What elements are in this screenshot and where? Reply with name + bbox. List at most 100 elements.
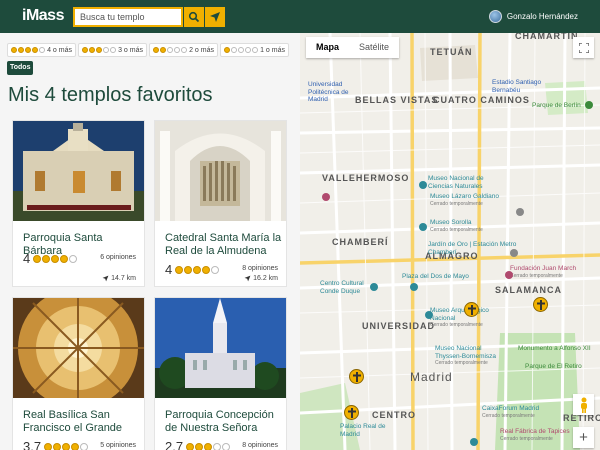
temple-marker[interactable] xyxy=(464,302,479,317)
map-pin[interactable] xyxy=(322,193,330,201)
temple-marker[interactable] xyxy=(349,369,364,384)
rating-value: 4 xyxy=(23,251,31,266)
map-poi[interactable]: Universidad Politécnica de Madrid xyxy=(308,81,356,104)
temple-name[interactable]: Real Basílica San Francisco el Grande xyxy=(23,409,141,435)
opinions-count: 8 opiniones xyxy=(242,442,278,449)
map-label-district: BELLAS VISTAS xyxy=(355,95,439,105)
map-pin[interactable] xyxy=(516,208,524,216)
user-name: Gonzalo Hernández xyxy=(506,12,578,21)
rating-stars xyxy=(186,442,231,450)
filter-4-or-more[interactable]: 4 o más xyxy=(7,43,76,57)
map-label-district: UNIVERSIDAD xyxy=(362,321,436,331)
tab-satellite[interactable]: Satélite xyxy=(349,37,399,58)
map-poi[interactable]: Museo Sorolla Cerrado temporalmente xyxy=(430,219,483,234)
rating-filters: 4 o más 3 o más 2 o más 1 o más xyxy=(7,43,289,57)
map[interactable]: TETUÁN CHAMARTÍN BELLAS VISTAS CUATRO CA… xyxy=(300,33,600,450)
map-poi[interactable]: Museo Lázaro Galdiano Cerrado temporalmen… xyxy=(430,193,499,208)
map-poi[interactable]: Centro Cultural Conde Duque xyxy=(320,280,375,295)
map-pin[interactable] xyxy=(419,181,427,189)
map-poi[interactable]: Museo Nacional Thyssen-Bornemisza Cerrado… xyxy=(435,345,507,368)
temple-photo xyxy=(13,298,144,398)
map-type-switch: Mapa Satélite xyxy=(306,37,400,58)
map-pin[interactable] xyxy=(410,283,418,291)
fullscreen-button[interactable] xyxy=(573,37,594,58)
filter-label: 2 o más xyxy=(189,46,214,54)
filter-label: 1 o más xyxy=(260,46,285,54)
temple-name[interactable]: Catedral Santa María la Real de la Almud… xyxy=(165,232,283,258)
filter-2-or-more[interactable]: 2 o más xyxy=(149,43,218,57)
opinions-count: 6 opiniones xyxy=(100,254,136,261)
map-label-district: CENTRO xyxy=(372,410,416,420)
map-pin[interactable] xyxy=(470,438,478,446)
filter-all-button[interactable]: Todos xyxy=(7,61,34,75)
rating: 4 xyxy=(23,251,78,266)
map-poi[interactable]: Monumento a Alfonso XII xyxy=(518,345,591,353)
temple-photo xyxy=(155,298,286,398)
filter-label: 4 o más xyxy=(47,46,72,54)
rating-value: 3.7 xyxy=(23,439,42,450)
plus-icon: + xyxy=(579,429,588,446)
opinions-count: 5 opiniones xyxy=(100,442,136,449)
search-button[interactable] xyxy=(184,7,204,27)
map-poi[interactable]: Palacio Real de Madrid xyxy=(340,423,400,438)
map-label-district: CHAMBERÍ xyxy=(332,237,389,247)
temple-card[interactable]: Parroquia Santa Bárbara 4 6 opiniones 14… xyxy=(12,120,145,287)
map-pin[interactable] xyxy=(510,249,518,257)
filter-label: 3 o más xyxy=(118,46,143,54)
map-label-district: CHAMARTÍN xyxy=(515,33,579,41)
rating-stars xyxy=(175,265,220,274)
map-poi[interactable]: Real Fábrica de Tapices Cerrado temporalm… xyxy=(500,428,570,443)
rating: 4 xyxy=(165,262,220,277)
rating-dots xyxy=(82,47,116,53)
cross-icon xyxy=(467,304,476,315)
map-poi[interactable]: Parque de Berlín xyxy=(532,102,581,110)
search-icon xyxy=(188,11,200,23)
favorites-pane: 4 o más 3 o más 2 o más 1 o más Todos Mi… xyxy=(0,33,300,450)
temple-card[interactable]: Catedral Santa María la Real de la Almud… xyxy=(154,120,287,287)
rating: 3.7 xyxy=(23,439,89,450)
avatar xyxy=(488,10,502,23)
user-menu[interactable]: Gonzalo Hernández xyxy=(488,10,578,23)
rating-stars xyxy=(44,442,89,450)
distance-value: 14.7 km xyxy=(111,275,136,282)
map-poi[interactable]: Museo Nacional de Ciencias Naturales xyxy=(428,175,508,190)
map-label-district: SALAMANCA xyxy=(495,285,562,295)
cross-icon xyxy=(352,371,361,382)
rating-value: 2.7 xyxy=(165,439,184,450)
temple-name[interactable]: Parroquia Concepción de Nuestra Señora xyxy=(165,409,283,435)
temple-card[interactable]: Real Basílica San Francisco el Grande 3.… xyxy=(12,297,145,450)
map-poi[interactable]: Plaza del Dos de Mayo xyxy=(402,273,469,281)
filter-3-or-more[interactable]: 3 o más xyxy=(78,43,147,57)
rating-dots xyxy=(153,47,187,53)
map-poi[interactable]: Parque de El Retiro xyxy=(525,363,582,371)
map-pin[interactable] xyxy=(419,223,427,231)
map-pin[interactable] xyxy=(370,283,378,291)
top-bar: iMass Gonzalo Hernández xyxy=(0,0,600,33)
temple-marker[interactable] xyxy=(344,405,359,420)
map-pin[interactable] xyxy=(585,101,593,109)
rating-value: 4 xyxy=(165,262,173,277)
navigation-arrow-icon xyxy=(102,275,109,282)
rating-stars xyxy=(33,254,78,263)
locate-button[interactable] xyxy=(205,7,225,27)
navigation-arrow-icon xyxy=(210,12,220,22)
map-pin[interactable] xyxy=(425,311,433,319)
app-logo[interactable]: iMass xyxy=(22,7,64,25)
temple-marker[interactable] xyxy=(533,297,548,312)
zoom-in-button[interactable]: + xyxy=(573,427,594,448)
map-pin[interactable] xyxy=(505,271,513,279)
opinions-count: 8 opiniones xyxy=(242,265,278,272)
rating-dots xyxy=(224,47,258,53)
map-label-district: VALLEHERMOSO xyxy=(322,173,410,183)
tab-map[interactable]: Mapa xyxy=(306,37,349,58)
street-view-button[interactable] xyxy=(573,394,594,415)
cross-icon xyxy=(347,407,356,418)
filter-1-or-more[interactable]: 1 o más xyxy=(220,43,289,57)
temple-card[interactable]: Parroquia Concepción de Nuestra Señora 2… xyxy=(154,297,287,450)
distance: 14.7 km xyxy=(102,275,136,282)
search-input[interactable] xyxy=(73,7,183,27)
map-poi[interactable]: CaixaForum Madrid Cerrado temporalmente xyxy=(482,405,539,420)
map-poi[interactable]: Estadio Santiago Bernabéu xyxy=(492,79,562,94)
map-poi[interactable]: Fundación Juan March Cerrado temporalment… xyxy=(510,265,590,280)
distance-value: 16.2 km xyxy=(253,275,278,282)
